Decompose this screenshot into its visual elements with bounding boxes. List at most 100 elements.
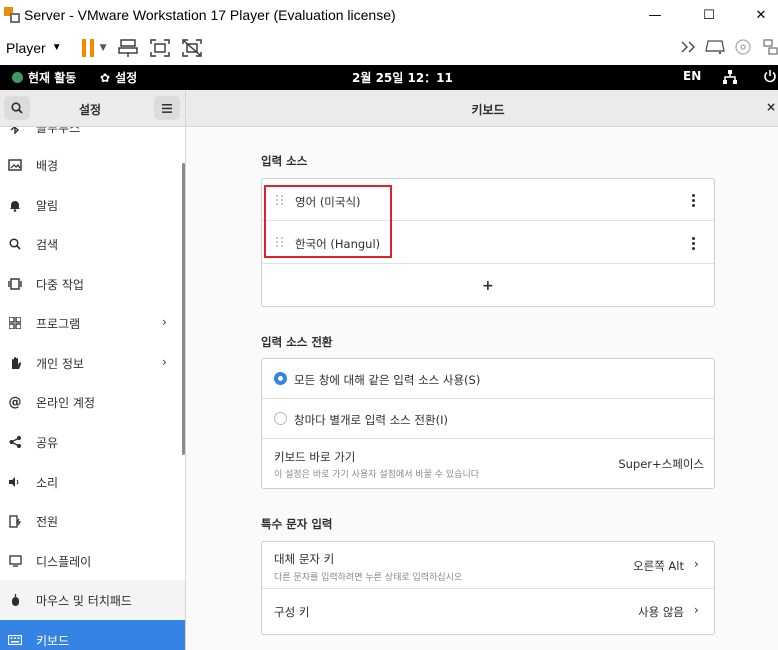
sidebar-item-background[interactable]: 배경: [0, 145, 185, 185]
sidebar-item-bluetooth[interactable]: 블루투스: [0, 127, 185, 147]
sidebar-item-notifications[interactable]: 알림: [0, 185, 185, 225]
network-icon[interactable]: [763, 37, 778, 57]
clock[interactable]: 2월 25일 12：11: [352, 69, 453, 86]
input-switching-list: 모든 창에 대해 같은 입력 소스 사용(S) 창마다 별개로 입력 소스 전환…: [261, 358, 715, 489]
apps-grid-icon: [8, 316, 22, 330]
radio-button-selected[interactable]: [274, 372, 287, 385]
display-icon: [8, 554, 22, 568]
power-menu-icon[interactable]: [763, 69, 777, 86]
network-status-icon[interactable]: [723, 70, 737, 87]
sidebar-item-label: 디스플레이: [36, 554, 92, 569]
alt-chars-value: 오른쪽 Alt: [633, 559, 684, 573]
sidebar-item-privacy[interactable]: 개인 정보 ›: [0, 343, 185, 383]
sidebar-item-label: 공유: [36, 435, 59, 450]
sidebar-item-label: 검색: [36, 237, 59, 252]
player-menu-button[interactable]: Player ▼: [6, 40, 62, 56]
radio-label: 모든 창에 대해 같은 입력 소스 사용(S): [294, 373, 481, 387]
sidebar-item-online-accounts[interactable]: @ 온라인 계정: [0, 382, 185, 422]
pause-dropdown-icon[interactable]: ▼: [100, 43, 107, 53]
search-button[interactable]: [4, 96, 30, 120]
add-icon: +: [482, 278, 494, 294]
settings-sidebar: 블루투스 배경 알림 검색 다중 작업 프로그램 › 개인 정보 › @ 온라인…: [0, 127, 186, 650]
keyboard-shortcut-row[interactable]: 키보드 바로 가기 이 설정은 바로 가기 사용자 설정에서 바꿀 수 있습니다…: [262, 439, 714, 488]
vmware-toolbar: Player ▼ ▼: [0, 30, 778, 65]
gnome-top-bar: 현재 활동 ✿ 설정 2월 25일 12：11 EN: [0, 65, 778, 90]
sidebar-item-label: 전원: [36, 514, 59, 529]
chevron-right-icon: ›: [162, 315, 167, 329]
gear-icon: ✿: [100, 70, 111, 85]
activities-icon: [12, 72, 23, 83]
sidebar-item-search[interactable]: 검색: [0, 224, 185, 264]
pause-icon[interactable]: [81, 38, 94, 57]
player-menu-label: Player: [6, 39, 46, 56]
chevron-right-icon: ›: [162, 355, 167, 369]
alternate-chars-key-row[interactable]: 대체 문자 키 다른 문자를 입력하려면 누른 상태로 입력하십시오 오른쪽 A…: [262, 542, 714, 589]
sidebar-item-sharing[interactable]: 공유: [0, 422, 185, 462]
keyboard-icon: [8, 633, 22, 647]
input-switching-heading: 입력 소스 전환: [261, 335, 333, 349]
caret-down-icon: ▼: [51, 42, 62, 53]
compose-key-row[interactable]: 구성 키 사용 않음 ›: [262, 589, 714, 634]
sidebar-item-apps[interactable]: 프로그램 ›: [0, 303, 185, 343]
sidebar-item-label: 블루투스: [36, 127, 81, 135]
bell-icon: [8, 198, 22, 212]
sidebar-item-label: 다중 작업: [36, 277, 84, 292]
sidebar-item-multitasking[interactable]: 다중 작업: [0, 264, 185, 304]
more-options-icon[interactable]: [692, 237, 695, 250]
background-icon: [8, 158, 22, 172]
add-input-source-row[interactable]: +: [262, 264, 714, 306]
highlight-annotation-box: [264, 185, 392, 258]
hand-icon: [8, 356, 22, 370]
activities-button[interactable]: 현재 활동: [12, 69, 76, 86]
cd-icon[interactable]: [735, 37, 751, 57]
speaker-icon: [8, 475, 22, 489]
bluetooth-icon: [8, 127, 22, 134]
sidebar-item-sound[interactable]: 소리: [0, 462, 185, 502]
chevron-right-icon: ›: [694, 557, 699, 571]
app-menu-button[interactable]: ✿ 설정: [100, 69, 137, 86]
more-options-icon[interactable]: [692, 194, 695, 207]
search-icon: [8, 237, 22, 251]
close-button[interactable]: ✕: [738, 0, 778, 30]
menu-icon: [162, 103, 172, 113]
sidebar-item-label: 소리: [36, 475, 59, 490]
sidebar-item-label: 마우스 및 터치패드: [36, 593, 132, 608]
sidebar-scrollbar[interactable]: [182, 163, 185, 455]
sidebar-header: 설정: [0, 90, 186, 127]
chevron-right-icon: ›: [694, 603, 699, 617]
at-icon: @: [8, 394, 22, 410]
removable-device-icon[interactable]: [705, 37, 725, 57]
search-icon: [11, 102, 23, 114]
sidebar-item-power[interactable]: 전원: [0, 501, 185, 541]
input-language-indicator[interactable]: EN: [683, 69, 701, 83]
sidebar-title: 설정: [78, 103, 102, 117]
sidebar-item-label: 배경: [36, 158, 59, 173]
sidebar-item-display[interactable]: 디스플레이: [0, 541, 185, 581]
expand-icon[interactable]: [680, 37, 698, 57]
main-header: 키보드 ×: [186, 90, 778, 127]
activities-label: 현재 활동: [28, 71, 77, 85]
fullscreen-icon[interactable]: [149, 38, 171, 58]
hamburger-menu-button[interactable]: [154, 96, 180, 120]
radio-label: 창마다 별개로 입력 소스 전환(I): [294, 413, 448, 427]
shortcut-value: Super+스페이스: [618, 457, 704, 471]
maximize-button[interactable]: ☐: [686, 0, 732, 30]
sidebar-item-keyboard[interactable]: 키보드: [0, 620, 185, 650]
sidebar-item-label: 프로그램: [36, 316, 81, 331]
radio-button[interactable]: [274, 412, 287, 425]
unity-icon[interactable]: [181, 38, 203, 58]
sidebar-item-label: 키보드: [36, 633, 70, 648]
sidebar-item-mouse-touchpad[interactable]: 마우스 및 터치패드: [0, 580, 185, 620]
mouse-icon: [8, 593, 22, 607]
vmware-title-bar: Server - VMware Workstation 17 Player (E…: [0, 0, 778, 30]
multitasking-icon: [8, 277, 22, 291]
minimize-button[interactable]: —: [632, 0, 678, 30]
settings-close-button[interactable]: ×: [766, 100, 776, 114]
alt-chars-label: 대체 문자 키: [274, 552, 335, 566]
radio-row-same-source[interactable]: 모든 창에 대해 같은 입력 소스 사용(S): [262, 359, 714, 399]
sidebar-item-label: 온라인 계정: [36, 395, 96, 410]
settings-window: 설정 키보드 × 블루투스 배경 알림 검색 다중 작업 프로그램 › 개인 정…: [0, 90, 778, 650]
radio-row-per-window[interactable]: 창마다 별개로 입력 소스 전환(I): [262, 399, 714, 439]
window-title: Server - VMware Workstation 17 Player (E…: [24, 7, 396, 23]
send-keys-icon[interactable]: [117, 38, 139, 58]
